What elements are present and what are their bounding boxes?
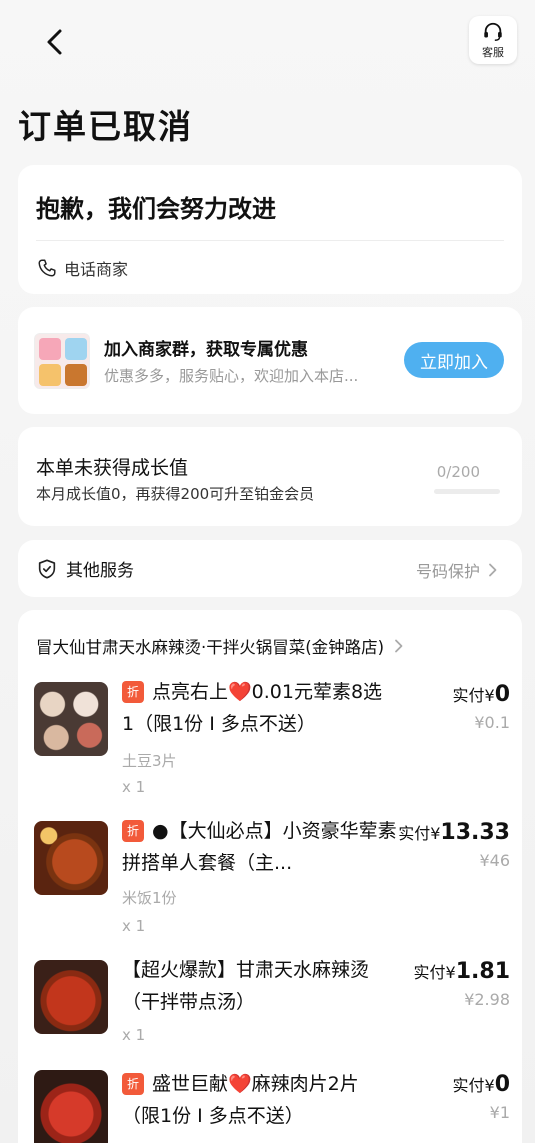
number-protection-label: 号码保护 [415, 562, 480, 581]
group-subtitle: 优惠多多，服务贴心，欢迎加入本店... [104, 367, 359, 385]
paid-price: 实付¥0 [452, 682, 510, 707]
growth-card: 本单未获得成长值 本月成长值0，再获得200可升至铂金会员 0/200 [18, 427, 522, 526]
growth-subtitle: 本月成长值0，再获得200可升至铂金会员 [36, 485, 315, 503]
other-services-label: 其他服务 [66, 561, 134, 581]
shop-name: 冒大仙甘肃天水麻辣烫·干拌火锅冒菜(金钟路店) [36, 638, 385, 657]
call-merchant-button[interactable]: 电话商家 [36, 256, 128, 280]
number-protection-link[interactable]: 号码保护 [416, 558, 500, 582]
paid-prefix: 实付 [452, 1076, 485, 1095]
item-qty: x 1 [122, 778, 146, 796]
phone-icon [38, 259, 56, 277]
currency-symbol: ¥ [430, 824, 441, 843]
growth-progress-bar [434, 489, 500, 494]
item-qty: x 1 [122, 1026, 146, 1044]
discount-badge: 折 [122, 681, 144, 703]
original-price: ¥1 [489, 1103, 510, 1122]
shield-check-icon [38, 558, 56, 579]
currency-symbol: ¥ [484, 686, 495, 705]
order-detail-page: 客服 订单已取消 抱歉，我们会努力改进 电话商家 加入商家群，获取专属优惠 优惠… [0, 0, 535, 1143]
item-spec: 土豆3片 [122, 752, 177, 770]
divider [36, 240, 504, 241]
customer-service-button[interactable]: 客服 [469, 16, 517, 64]
merchant-group-thumbnail [34, 333, 90, 389]
paid-amount: 0 [494, 682, 510, 707]
item-name-wrap: 折 ●【大仙必点】小资豪华荤素拼搭单人套餐（主... [122, 815, 404, 879]
paid-amount: 1.81 [455, 959, 510, 984]
headset-icon [484, 22, 502, 41]
group-title: 加入商家群，获取专属优惠 [104, 340, 308, 360]
growth-title: 本单未获得成长值 [36, 457, 189, 479]
item-spec: 米饭1份 [122, 889, 177, 907]
item-thumbnail [34, 960, 108, 1034]
paid-price: 实付¥0 [452, 1072, 510, 1097]
call-merchant-label: 电话商家 [64, 260, 129, 279]
merchant-group-card: 加入商家群，获取专属优惠 优惠多多，服务贴心，欢迎加入本店... 立即加入 [18, 307, 522, 414]
paid-amount: 0 [494, 1072, 510, 1097]
customer-service-label: 客服 [482, 45, 504, 59]
item-name-wrap: 折点亮右上❤️0.01元荤素8选1（限1份 I 多点不送） [122, 676, 392, 740]
order-item[interactable]: 折盛世巨献❤️麻辣肉片2片（限1份 I 多点不送） 实付¥0 ¥1 [34, 1070, 510, 1143]
apology-text: 抱歉，我们会努力改进 [36, 195, 276, 223]
currency-symbol: ¥ [445, 963, 456, 982]
discount-badge: 折 [122, 1073, 144, 1095]
item-name: 【超火爆款】甘肃天水麻辣烫（干拌带点汤） [122, 959, 370, 1013]
join-group-button[interactable]: 立即加入 [404, 342, 504, 378]
discount-badge: 折 [122, 820, 144, 842]
growth-count: 0/200 [436, 463, 480, 481]
order-item[interactable]: 折 ●【大仙必点】小资豪华荤素拼搭单人套餐（主... 米饭1份 x 1 实付¥13… [34, 820, 510, 941]
item-thumbnail [34, 1070, 108, 1143]
original-price: ¥2.98 [464, 990, 510, 1009]
item-name-wrap: 折盛世巨献❤️麻辣肉片2片（限1份 I 多点不送） [122, 1068, 392, 1132]
item-thumbnail [34, 682, 108, 756]
item-name: 盛世巨献❤️麻辣肉片2片（限1份 I 多点不送） [122, 1073, 359, 1127]
item-price: 实付¥13.33 ¥46 [398, 820, 510, 870]
status-card: 抱歉，我们会努力改进 电话商家 [18, 165, 522, 294]
item-name: 点亮右上❤️0.01元荤素8选1（限1份 I 多点不送） [122, 681, 383, 735]
currency-symbol: ¥ [484, 1076, 495, 1095]
order-item[interactable]: 【超火爆款】甘肃天水麻辣烫（干拌带点汤） x 1 实付¥1.81 ¥2.98 [34, 959, 510, 1060]
original-price: ¥46 [479, 851, 510, 870]
item-qty: x 1 [122, 917, 146, 935]
order-card: 冒大仙甘肃天水麻辣烫·干拌火锅冒菜(金钟路店) 折点亮右上❤️0.01元荤素8选… [18, 610, 522, 1143]
item-thumbnail [34, 821, 108, 895]
back-button[interactable] [36, 22, 76, 62]
original-price: ¥0.1 [474, 713, 510, 732]
other-services-row[interactable]: 其他服务 号码保护 [18, 540, 522, 597]
paid-price: 实付¥1.81 [414, 959, 510, 984]
shop-link[interactable]: 冒大仙甘肃天水麻辣烫·干拌火锅冒菜(金钟路店) [36, 634, 406, 658]
paid-prefix: 实付 [398, 824, 431, 843]
chevron-right-icon [395, 639, 403, 653]
page-title: 订单已取消 [18, 107, 193, 146]
order-item[interactable]: 折点亮右上❤️0.01元荤素8选1（限1份 I 多点不送） 土豆3片 x 1 实… [34, 681, 510, 802]
item-price: 实付¥0 ¥0.1 [452, 682, 510, 732]
chevron-left-icon [47, 29, 62, 55]
chevron-right-icon [489, 563, 497, 577]
paid-price: 实付¥13.33 [398, 820, 510, 845]
paid-prefix: 实付 [452, 686, 485, 705]
other-services-left: 其他服务 [36, 556, 134, 581]
paid-prefix: 实付 [413, 963, 446, 982]
item-price: 实付¥0 ¥1 [452, 1072, 510, 1122]
paid-amount: 13.33 [440, 820, 510, 845]
item-price: 实付¥1.81 ¥2.98 [414, 959, 510, 1009]
item-name: ●【大仙必点】小资豪华荤素拼搭单人套餐（主... [122, 820, 397, 874]
